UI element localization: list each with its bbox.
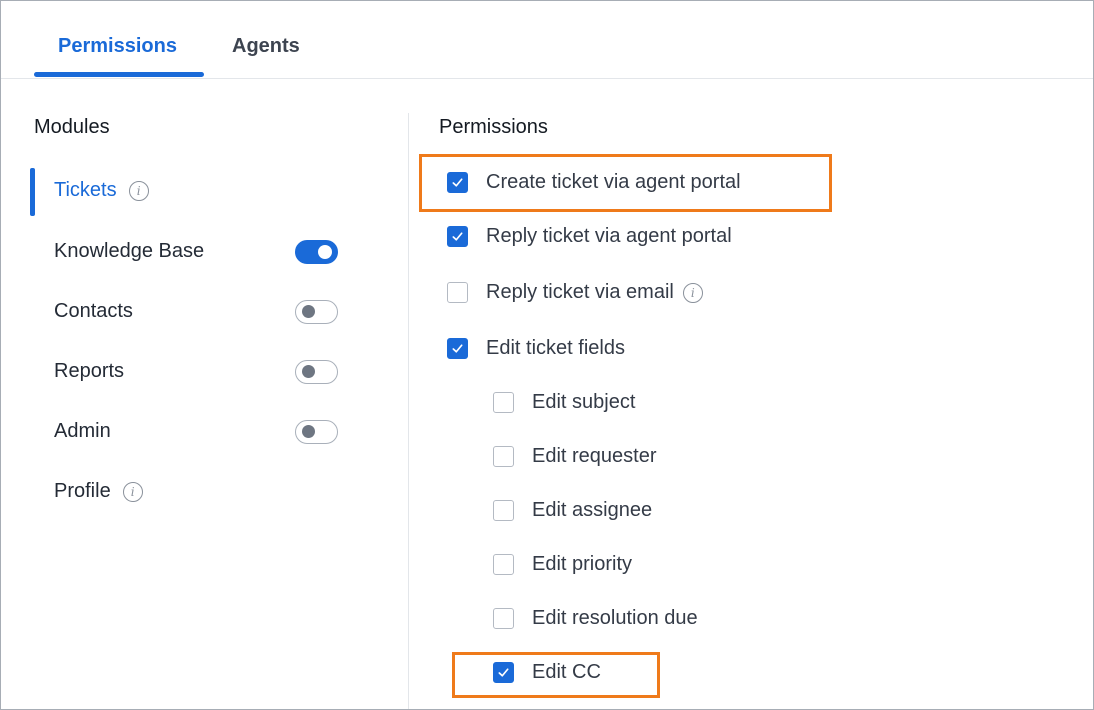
permission-label: Reply ticket via agent portal (486, 225, 732, 247)
info-icon[interactable]: i (682, 282, 703, 303)
module-label: Reports (54, 360, 125, 382)
checkbox-unchecked[interactable] (493, 554, 514, 575)
check-icon[interactable] (447, 172, 468, 193)
permission-create-ticket[interactable]: Create ticket via agent portal (447, 171, 741, 194)
permission-reply-ticket-portal[interactable]: Reply ticket via agent portal (447, 225, 732, 248)
permission-edit-resolution-due[interactable]: Edit resolution due (493, 607, 698, 630)
permission-reply-ticket-email[interactable]: Reply ticket via email i (447, 281, 703, 304)
toggle-knob (318, 244, 332, 259)
checkbox-unchecked[interactable] (447, 282, 468, 303)
module-label: Tickets (54, 179, 117, 201)
permissions-heading: Permissions (439, 116, 548, 138)
permission-label: Edit priority (532, 553, 633, 575)
info-icon[interactable]: i (122, 481, 143, 502)
module-label: Knowledge Base (54, 240, 205, 262)
tab-bar: Permissions Agents (1, 1, 1093, 79)
column-divider (408, 113, 409, 709)
active-module-indicator (30, 168, 35, 216)
check-icon[interactable] (447, 226, 468, 247)
permission-label: Edit CC (532, 661, 601, 683)
permission-edit-subject[interactable]: Edit subject (493, 391, 635, 414)
module-label: Contacts (54, 300, 133, 322)
check-icon[interactable] (493, 662, 514, 683)
module-item-contacts[interactable]: Contacts (54, 300, 133, 323)
active-tab-indicator (34, 72, 204, 77)
reports-toggle[interactable] (295, 360, 338, 384)
module-item-knowledge-base[interactable]: Knowledge Base (54, 240, 204, 263)
permission-label: Edit ticket fields (486, 337, 625, 359)
permission-label: Edit assignee (532, 499, 653, 521)
permission-label: Edit requester (532, 445, 657, 467)
module-item-tickets[interactable]: Tickets i (54, 179, 149, 202)
checkbox-unchecked[interactable] (493, 446, 514, 467)
permission-edit-assignee[interactable]: Edit assignee (493, 499, 652, 522)
module-item-admin[interactable]: Admin (54, 420, 111, 443)
module-label: Profile (54, 480, 111, 502)
permission-label: Reply ticket via email (486, 281, 674, 303)
admin-toggle[interactable] (295, 420, 338, 444)
permissions-panel: Permissions Agents Modules Permissions T… (0, 0, 1094, 710)
permission-edit-cc[interactable]: Edit CC (493, 661, 601, 684)
contacts-toggle[interactable] (295, 300, 338, 324)
toggle-knob (302, 425, 315, 438)
permission-edit-priority[interactable]: Edit priority (493, 553, 632, 576)
check-icon[interactable] (447, 338, 468, 359)
toggle-knob (302, 365, 315, 378)
permission-edit-ticket-fields[interactable]: Edit ticket fields (447, 337, 625, 360)
checkbox-unchecked[interactable] (493, 500, 514, 521)
checkbox-unchecked[interactable] (493, 392, 514, 413)
module-item-profile[interactable]: Profile i (54, 480, 143, 503)
module-label: Admin (54, 420, 111, 442)
permission-edit-requester[interactable]: Edit requester (493, 445, 657, 468)
permission-label: Edit subject (532, 391, 636, 413)
checkbox-unchecked[interactable] (493, 608, 514, 629)
knowledge-base-toggle[interactable] (295, 240, 338, 264)
info-icon[interactable]: i (128, 180, 149, 201)
tab-permissions[interactable]: Permissions (58, 35, 177, 58)
permission-label: Create ticket via agent portal (486, 171, 741, 193)
tab-agents[interactable]: Agents (232, 35, 300, 58)
modules-heading: Modules (34, 116, 110, 138)
permission-label: Edit resolution due (532, 607, 698, 629)
module-item-reports[interactable]: Reports (54, 360, 124, 383)
toggle-knob (302, 305, 315, 318)
